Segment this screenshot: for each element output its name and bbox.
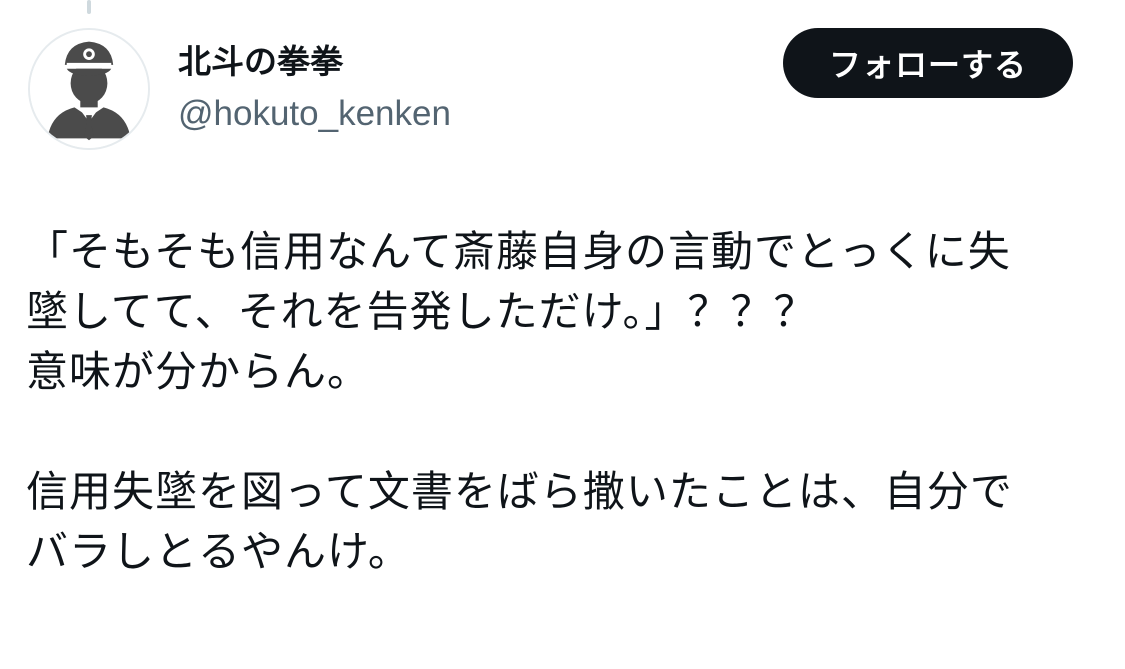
tweet-text-line: 「そもそも信用なんて斎藤自身の言動でとっくに失 — [26, 227, 1011, 276]
tweet-text-line: 墜してて、それを告発しただけ。」？？？ — [26, 287, 817, 336]
tweet-header: 北斗の拳拳 @hokuto_kenken フォローする — [0, 0, 1125, 160]
tweet-text: 「そもそも信用なんて斎藤自身の言動でとっくに失 墜してて、それを告発しただけ。」… — [26, 222, 1106, 582]
author-block: 北斗の拳拳 @hokuto_kenken — [178, 38, 451, 138]
tweet-text-line: バラしとるやんけ。 — [26, 527, 411, 576]
tweet-text-line: 意味が分からん。 — [26, 347, 371, 396]
author-display-name[interactable]: 北斗の拳拳 — [178, 38, 451, 86]
conductor-avatar-icon[interactable] — [28, 28, 150, 150]
author-handle[interactable]: @hokuto_kenken — [178, 90, 451, 138]
follow-button[interactable]: フォローする — [783, 28, 1073, 98]
tweet-text-line: 信用失墜を図って文書をばら撒いたことは、自分で — [26, 467, 1013, 516]
